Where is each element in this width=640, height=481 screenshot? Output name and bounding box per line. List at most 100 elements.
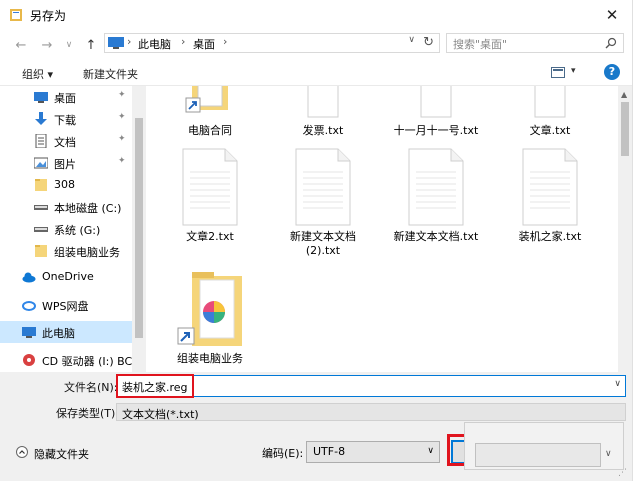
- hide-folders-toggle[interactable]: 隐藏文件夹: [16, 445, 96, 461]
- pc-icon: [108, 37, 124, 49]
- file-label: 新建文本文档.txt: [393, 230, 479, 243]
- sidebar-item-assembly-folder[interactable]: 组装电脑业务: [0, 240, 132, 262]
- text-file-icon: [408, 148, 464, 226]
- cd-drive-icon: [23, 354, 35, 366]
- sidebar-item-drive-c[interactable]: 本地磁盘 (C:): [0, 196, 132, 218]
- sidebar-item-308[interactable]: 308: [0, 174, 132, 196]
- wps-cloud-icon: [22, 301, 36, 311]
- breadcrumb-desktop[interactable]: 桌面: [193, 36, 215, 52]
- notepad-icon: [10, 9, 22, 21]
- search-icon: [605, 37, 617, 49]
- sidebar-scrollbar-thumb[interactable]: [135, 118, 143, 338]
- view-options-icon[interactable]: [551, 67, 565, 78]
- sidebar-item-downloads[interactable]: 下载 ✦: [0, 108, 132, 130]
- filetype-label: 保存类型(T):: [56, 407, 120, 420]
- breadcrumb-chevron-icon: ›: [181, 35, 186, 48]
- sidebar-item-documents[interactable]: 文档 ✦: [0, 130, 132, 152]
- text-file-icon: [534, 86, 566, 118]
- text-file-icon: [307, 86, 339, 118]
- drive-icon: [34, 205, 48, 210]
- filetype-select[interactable]: 文本文档(*.txt): [116, 403, 626, 421]
- encoding-dropdown-icon: ∨: [427, 446, 434, 456]
- address-dropdown-icon[interactable]: ∨: [408, 35, 415, 45]
- file-item-new-doc-2[interactable]: 新建文本文档 (2).txt: [273, 148, 373, 260]
- text-file-icon: [420, 86, 452, 118]
- help-icon[interactable]: ?: [604, 64, 620, 80]
- text-file-icon: [182, 148, 238, 226]
- folder-shortcut-icon: [177, 272, 242, 346]
- encoding-label: 编码(E):: [262, 447, 304, 460]
- file-label: 新建文本文档: [290, 230, 356, 243]
- breadcrumb-chevron-icon: ›: [223, 35, 228, 48]
- sidebar-item-wps-cloud[interactable]: WPS网盘: [0, 294, 132, 316]
- sidebar-item-label: 系统 (G:): [54, 224, 101, 237]
- organize-menu-button[interactable]: 组织 ▾: [22, 66, 53, 82]
- pin-icon: ✦: [118, 90, 126, 100]
- scroll-up-icon[interactable]: ▲: [621, 90, 627, 99]
- command-bar: 组织 ▾ 新建文件夹: [0, 60, 632, 86]
- file-item-zhuangji[interactable]: 装机之家.txt: [500, 148, 600, 260]
- forward-arrow-icon[interactable]: →: [38, 36, 56, 54]
- sidebar-item-label: 文档: [54, 136, 76, 149]
- up-arrow-icon[interactable]: ↑: [82, 36, 100, 54]
- refresh-icon[interactable]: ↻: [423, 35, 434, 50]
- filename-label: 文件名(N):: [64, 381, 118, 394]
- file-item-invoice[interactable]: 发票.txt: [273, 86, 373, 138]
- file-label: 发票.txt: [302, 124, 344, 137]
- encoding-value: UTF-8: [313, 445, 346, 458]
- pin-icon: ✦: [118, 134, 126, 144]
- popup-dropdown-icon[interactable]: ∨: [605, 449, 612, 459]
- text-file-icon: [295, 148, 351, 226]
- file-list-scrollbar-thumb[interactable]: [621, 102, 629, 156]
- file-label-line2: (2).txt: [305, 244, 341, 257]
- view-dropdown-icon[interactable]: ▾: [571, 66, 576, 76]
- desktop-icon: [34, 92, 48, 103]
- download-icon: [35, 112, 47, 125]
- file-list-scrollbar[interactable]: ▲: [618, 86, 632, 372]
- file-item-new-doc[interactable]: 新建文本文档.txt: [386, 148, 486, 260]
- cloud-icon: [22, 272, 36, 283]
- filename-dropdown-icon[interactable]: ∨: [614, 379, 621, 389]
- search-input[interactable]: 搜索"桌面": [446, 33, 624, 53]
- file-label: 组装电脑业务: [177, 352, 243, 365]
- breadcrumb-this-pc[interactable]: 此电脑: [138, 36, 171, 52]
- text-file-icon: [522, 148, 578, 226]
- pin-icon: ✦: [118, 112, 126, 122]
- sidebar-item-onedrive[interactable]: OneDrive: [0, 266, 132, 288]
- cancel-button[interactable]: [475, 443, 601, 467]
- sidebar-item-pictures[interactable]: 图片 ✦: [0, 152, 132, 174]
- filetype-value: 文本文档(*.txt): [122, 408, 199, 421]
- resize-grip-icon[interactable]: ⋰: [618, 468, 627, 478]
- file-label: 文章2.txt: [186, 230, 234, 243]
- encoding-select[interactable]: UTF-8 ∨: [306, 441, 440, 463]
- sidebar-item-label: WPS网盘: [42, 300, 89, 313]
- file-label: 电脑合同: [188, 124, 232, 137]
- sidebar-item-label: 此电脑: [42, 327, 75, 340]
- file-label: 文章.txt: [529, 124, 571, 137]
- sidebar-scrollbar[interactable]: [132, 86, 146, 372]
- file-item-contract-folder[interactable]: 电脑合同: [160, 86, 260, 138]
- file-item-article[interactable]: 文章.txt: [500, 86, 600, 138]
- close-icon: ✕: [605, 6, 619, 24]
- sidebar-item-this-pc[interactable]: 此电脑: [0, 321, 132, 343]
- sidebar-item-label: CD 驱动器 (I:) BC: [42, 355, 133, 368]
- pin-icon: ✦: [118, 156, 126, 166]
- folder-shortcut-icon: [185, 86, 228, 113]
- picture-icon: [34, 157, 48, 169]
- pc-icon: [22, 327, 36, 338]
- recent-locations-chevron-icon[interactable]: ∨: [60, 36, 78, 54]
- sidebar-item-desktop[interactable]: 桌面 ✦: [0, 86, 132, 108]
- document-icon: [35, 134, 47, 148]
- window-title: 另存为: [30, 9, 67, 23]
- save-highlight-box: [447, 434, 465, 466]
- address-bar[interactable]: › 此电脑 › 桌面 › ∨ ↻: [104, 33, 440, 53]
- filename-highlight-box: [116, 374, 194, 398]
- new-folder-button[interactable]: 新建文件夹: [83, 66, 138, 82]
- file-item-nov11[interactable]: 十一月十一号.txt: [386, 86, 486, 138]
- file-item-assembly-folder[interactable]: 组装电脑业务: [160, 268, 260, 368]
- close-button[interactable]: ✕: [592, 0, 632, 30]
- sidebar-item-drive-g[interactable]: 系统 (G:): [0, 218, 132, 240]
- sidebar-item-cd-drive[interactable]: CD 驱动器 (I:) BC: [0, 349, 132, 371]
- file-item-article2[interactable]: 文章2.txt: [160, 148, 260, 260]
- back-arrow-icon[interactable]: ←: [12, 36, 30, 54]
